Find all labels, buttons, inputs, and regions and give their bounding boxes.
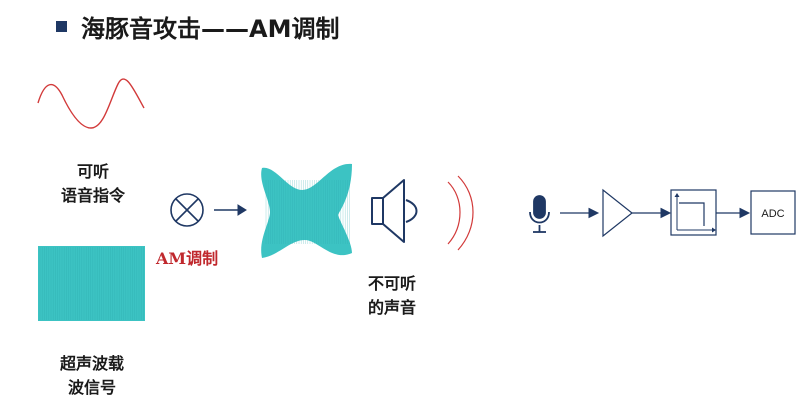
adc-label: ADC — [761, 208, 784, 220]
inaudible-label-line1: 不可听 — [367, 274, 416, 293]
amplifier-icon — [602, 188, 633, 238]
ultrasonic-carrier-block — [38, 246, 145, 321]
am-modulation-label: AM调制 — [156, 249, 219, 268]
voice-label-line2: 语音指令 — [60, 186, 125, 205]
arrow-to-amplifier — [560, 207, 600, 219]
voice-label-line1: 可听 — [76, 162, 109, 181]
sound-wave-icon — [447, 175, 474, 251]
carrier-label-line1: 超声波载 — [59, 354, 124, 373]
inaudible-sound-label: 不可听 的声音 — [362, 272, 422, 320]
microphone-icon — [529, 195, 550, 233]
voice-command-label: 可听 语音指令 — [58, 160, 128, 208]
voice-waveform — [37, 78, 145, 129]
mixer-icon — [170, 193, 204, 227]
arrow-to-filter — [632, 207, 672, 219]
ultrasonic-carrier-label: 超声波载 波信号 — [52, 352, 132, 400]
speaker-icon — [371, 179, 418, 243]
inaudible-label-line2: 的声音 — [367, 298, 416, 317]
arrow-to-adc — [716, 207, 751, 219]
low-pass-filter-icon — [670, 189, 717, 236]
carrier-label-line2: 波信号 — [67, 378, 116, 397]
arrow-to-modulated — [214, 204, 247, 216]
